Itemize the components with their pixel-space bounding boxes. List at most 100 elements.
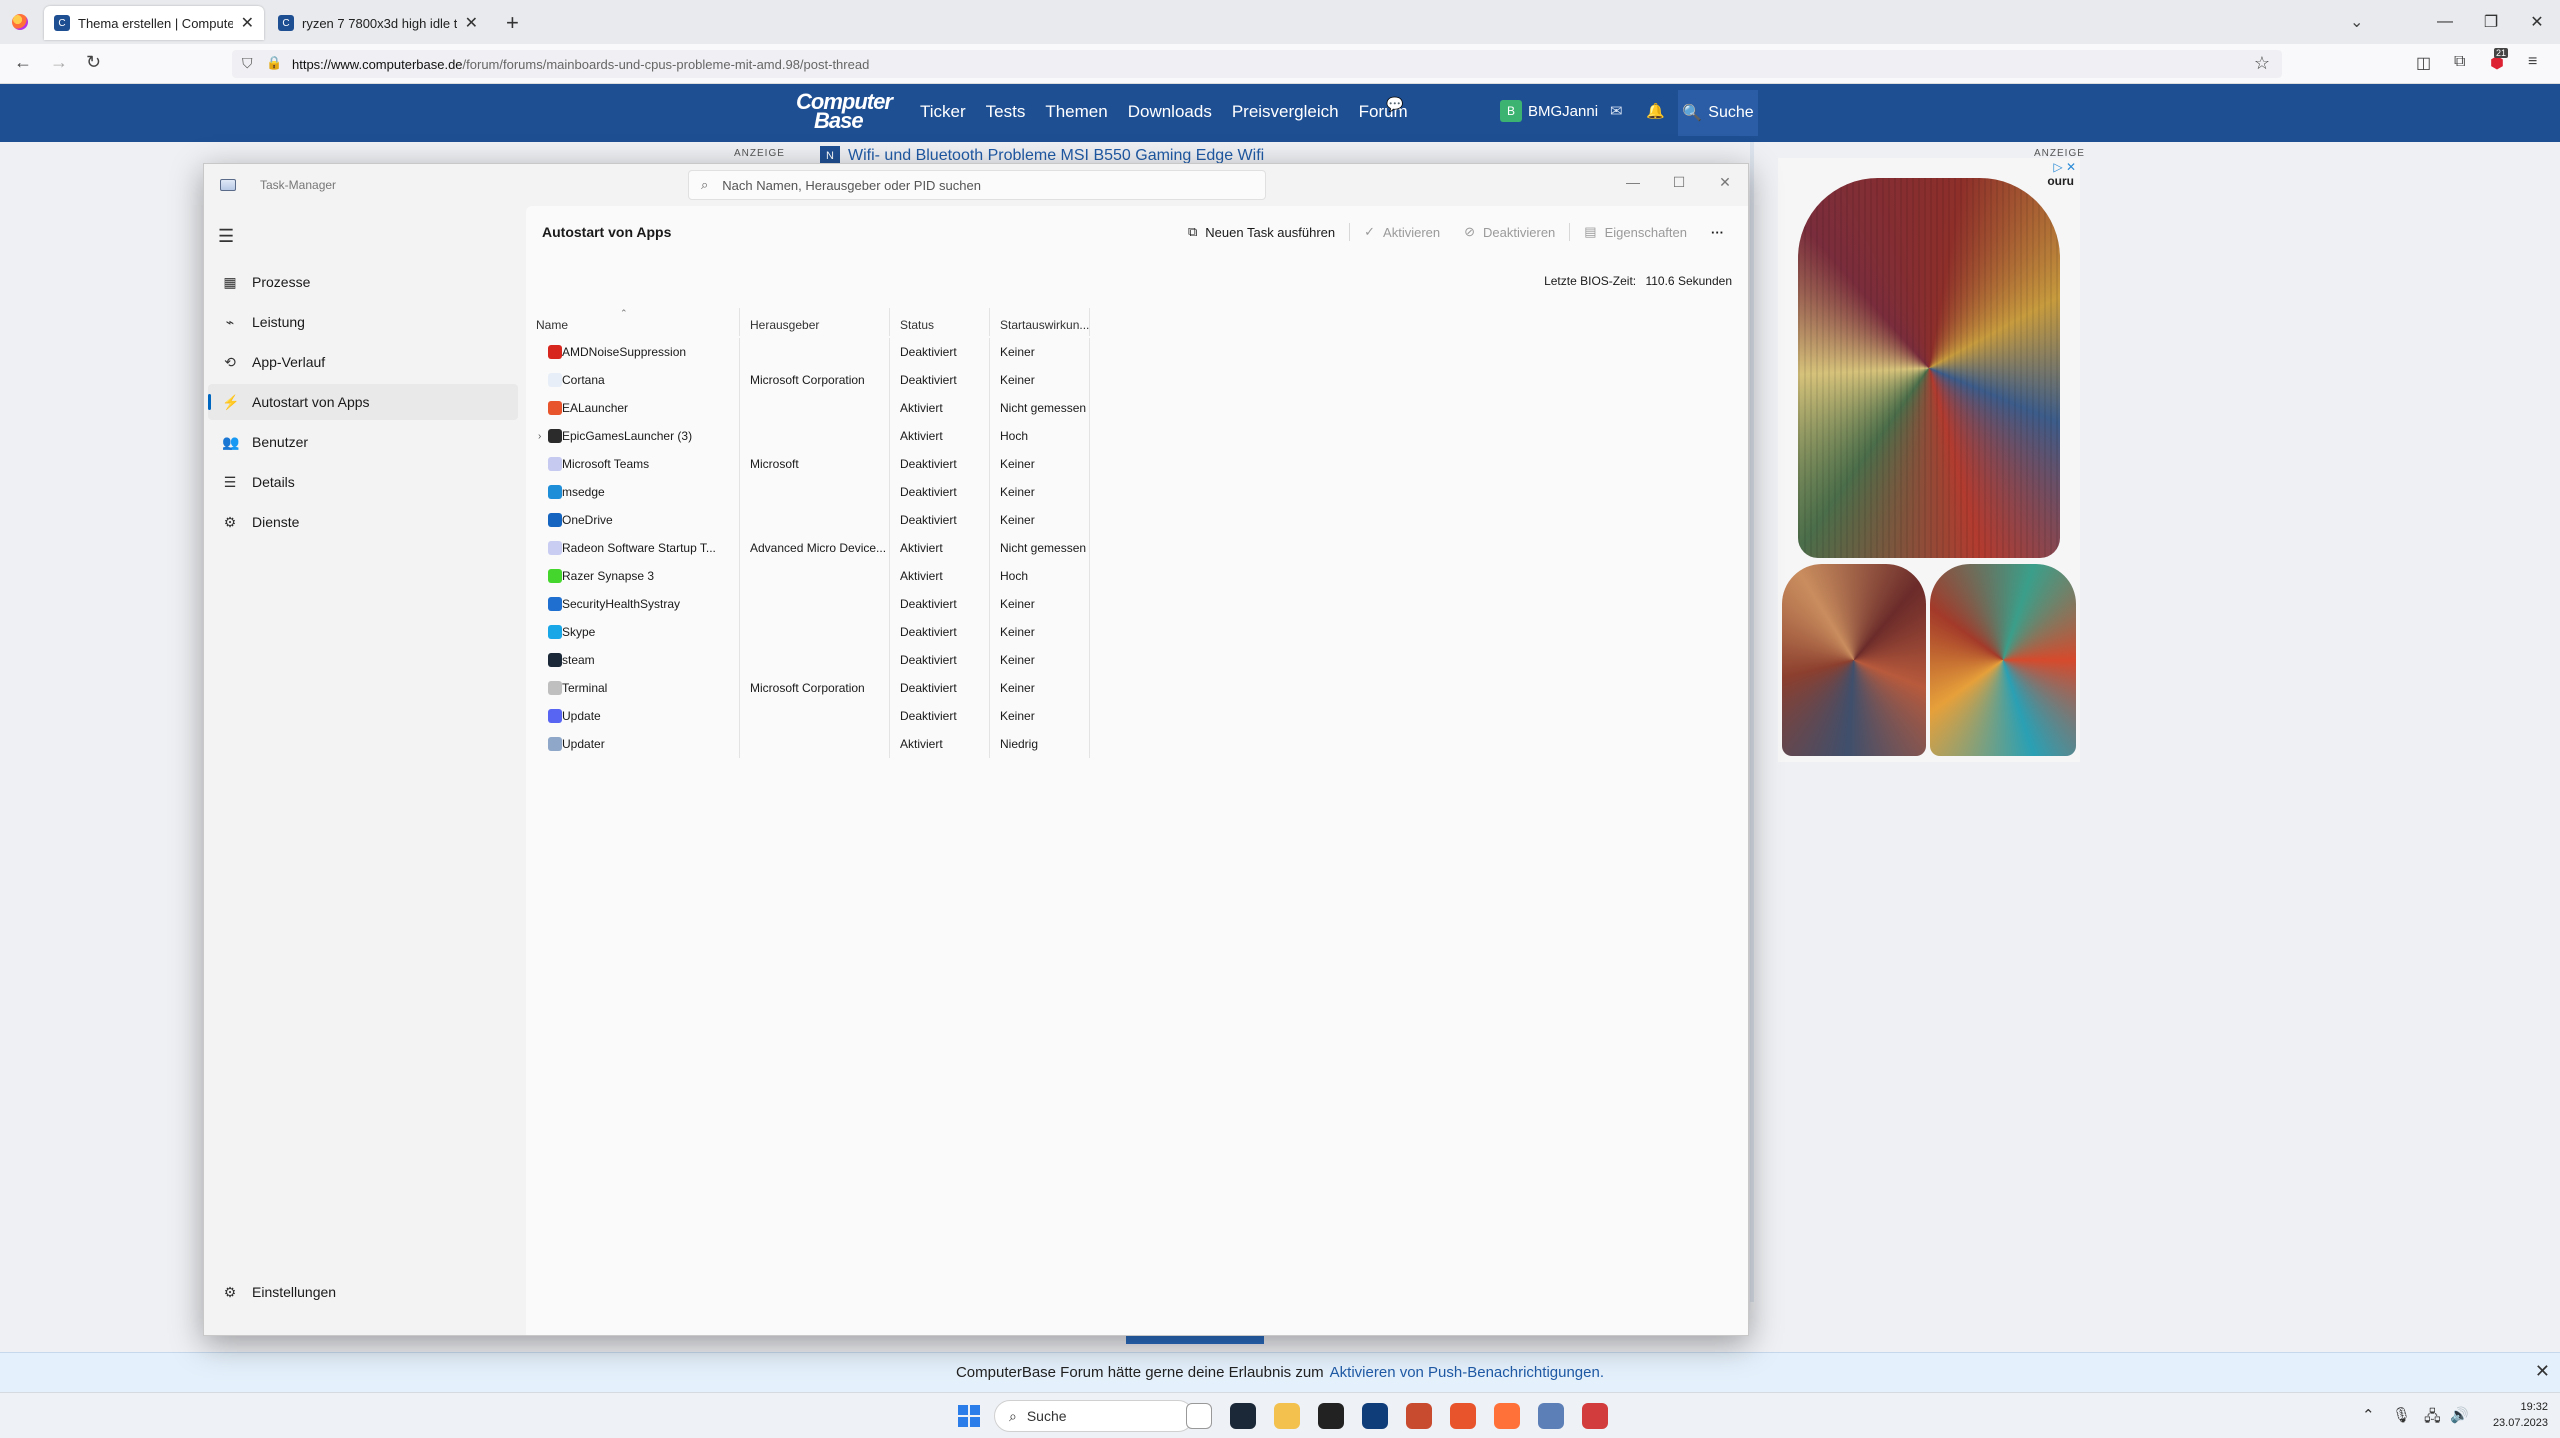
cell-impact: Keiner: [990, 478, 1090, 506]
column-publisher[interactable]: Herausgeber: [740, 308, 890, 336]
table-row[interactable]: Radeon Software Startup T... Advanced Mic…: [526, 534, 1090, 562]
reload-icon[interactable]: ↻: [86, 52, 101, 73]
enable-button[interactable]: ✓ Aktivieren: [1352, 216, 1452, 248]
nav-leistung[interactable]: ⌁ Leistung: [208, 304, 518, 340]
column-impact[interactable]: Startauswirkun...: [990, 308, 1090, 336]
table-row[interactable]: Updater Aktiviert Niedrig: [526, 730, 1090, 758]
column-status[interactable]: Status: [890, 308, 990, 336]
nav-downloads[interactable]: Downloads: [1128, 102, 1212, 122]
bing-icon[interactable]: [1186, 1403, 1212, 1429]
disable-button[interactable]: ⊘ Deaktivieren: [1452, 216, 1567, 248]
hamburger-menu-icon[interactable]: ☰: [218, 226, 234, 247]
table-row[interactable]: SecurityHealthSystray Deaktiviert Keiner: [526, 590, 1090, 618]
taskbar-search[interactable]: ⌕ Suche: [994, 1400, 1194, 1432]
nav-tests[interactable]: Tests: [986, 102, 1026, 122]
new-tab-button[interactable]: +: [506, 10, 519, 36]
table-row[interactable]: Razer Synapse 3 Aktiviert Hoch: [526, 562, 1090, 590]
nav-einstellungen[interactable]: ⚙ Einstellungen: [208, 1274, 518, 1310]
extensions-icon[interactable]: ⧉: [2454, 53, 2465, 71]
url-bar[interactable]: ⛉ 🔒 https://www.computerbase.de/forum/fo…: [232, 50, 2282, 78]
steam-icon[interactable]: [1230, 1403, 1256, 1429]
close-tab-icon[interactable]: ✕: [465, 13, 478, 33]
table-row[interactable]: OneDrive Deaktiviert Keiner: [526, 506, 1090, 534]
minimize-icon[interactable]: —: [1610, 164, 1656, 200]
shield-icon[interactable]: ⛉: [242, 55, 253, 72]
tab-thema-erstellen[interactable]: C Thema erstellen | ComputerBase ✕: [44, 6, 264, 40]
close-icon[interactable]: ✕: [2535, 1361, 2550, 1382]
forward-arrow-icon[interactable]: →: [50, 52, 68, 73]
run-new-task-button[interactable]: ⧉ Neuen Task ausführen: [1176, 216, 1347, 248]
table-row[interactable]: › EpicGamesLauncher (3) Aktiviert Hoch: [526, 422, 1090, 450]
search-label: Suche: [1026, 1408, 1067, 1424]
table-row[interactable]: Skype Deaktiviert Keiner: [526, 618, 1090, 646]
monitor-icon[interactable]: [1538, 1403, 1564, 1429]
column-name[interactable]: ⌃ Name: [526, 308, 740, 336]
explorer-icon[interactable]: [1274, 1403, 1300, 1429]
cell-impact: Keiner: [990, 618, 1090, 646]
task-search-box[interactable]: ⌕: [688, 170, 1266, 200]
nav-preisvergleich[interactable]: Preisvergleich: [1232, 102, 1339, 122]
close-window-icon[interactable]: ✕: [2514, 0, 2560, 44]
table-row[interactable]: Microsoft Teams Microsoft Deaktiviert Keine…: [526, 450, 1090, 478]
cell-name: › EpicGamesLauncher (3): [526, 422, 740, 450]
advertisement[interactable]: ▷ ✕ ouru: [1778, 158, 2080, 762]
firefox-menu-icon[interactable]: [12, 14, 28, 30]
start-windows-icon[interactable]: [958, 1405, 980, 1427]
table-row[interactable]: AMDNoiseSuppression Deaktiviert Keiner: [526, 338, 1090, 366]
nav-details[interactable]: ☰ Details: [208, 464, 518, 500]
browser-navbar: ← → ↻ ⛉ 🔒 https://www.computerbase.de/fo…: [0, 44, 2560, 84]
firefox-icon[interactable]: [1494, 1403, 1520, 1429]
tab-ryzen[interactable]: C ryzen 7 7800x3d high idle temp ✕: [268, 6, 488, 40]
search-input[interactable]: [722, 177, 1223, 193]
volume-icon[interactable]: 🔊: [2450, 1406, 2469, 1424]
list-tabs-chevron-icon[interactable]: ⌄: [2350, 12, 2363, 32]
table-row[interactable]: Terminal Microsoft Corporation Deaktiviert…: [526, 674, 1090, 702]
nav-app-verlauf[interactable]: ⟲ App-Verlauf: [208, 344, 518, 380]
table-row[interactable]: msedge Deaktiviert Keiner: [526, 478, 1090, 506]
restore-icon[interactable]: ❐: [2468, 0, 2514, 44]
ea-icon[interactable]: [1450, 1403, 1476, 1429]
microphone-icon[interactable]: 🎙: [2392, 1406, 2411, 1424]
nav-autostart[interactable]: ⚡ Autostart von Apps: [208, 384, 518, 420]
close-icon[interactable]: ✕: [1702, 164, 1748, 200]
nav-prozesse[interactable]: ▦ Prozesse: [208, 264, 518, 300]
details-icon: ☰: [223, 473, 237, 490]
nav-ticker[interactable]: Ticker: [920, 102, 966, 122]
pocket-icon[interactable]: ◫: [2416, 53, 2431, 73]
bell-icon[interactable]: 🔔: [1646, 102, 1665, 120]
network-icon[interactable]: 🖧: [2424, 1406, 2441, 1431]
computerbase-logo[interactable]: Computer Base: [796, 91, 893, 132]
taskmanager-icon[interactable]: [1582, 1403, 1608, 1429]
nav-benutzer[interactable]: 👥 Benutzer: [208, 424, 518, 460]
table-row[interactable]: Cortana Microsoft Corporation Deaktiviert K…: [526, 366, 1090, 394]
mail-icon[interactable]: ✉: [1610, 102, 1623, 120]
nav-themen[interactable]: Themen: [1045, 102, 1107, 122]
user-menu[interactable]: B BMGJanni: [1500, 100, 1598, 122]
chat-bubble-icon: 💬: [1386, 96, 1404, 112]
chevron-up-icon[interactable]: ⌃: [2362, 1406, 2375, 1424]
cell-impact: Keiner: [990, 450, 1090, 478]
properties-button[interactable]: ▤ Eigenschaften: [1572, 216, 1699, 248]
app-icon[interactable]: [1406, 1403, 1432, 1429]
site-search-button[interactable]: 🔍 Suche: [1678, 90, 1758, 136]
back-arrow-icon[interactable]: ←: [14, 52, 32, 73]
taskbar-clock[interactable]: 19:32 23.07.2023: [2493, 1399, 2548, 1431]
nav-dienste[interactable]: ⚙ Dienste: [208, 504, 518, 540]
maximize-icon[interactable]: ☐: [1656, 164, 1702, 200]
table-row[interactable]: EALauncher Aktiviert Nicht gemessen: [526, 394, 1090, 422]
more-options-button[interactable]: ···: [1699, 216, 1736, 248]
chevron-right-icon[interactable]: ›: [538, 431, 541, 442]
push-enable-link[interactable]: Aktivieren von Push-Benachrichtigungen.: [1330, 1364, 1604, 1381]
table-row[interactable]: steam Deaktiviert Keiner: [526, 646, 1090, 674]
hamburger-menu-icon[interactable]: ≡: [2528, 53, 2537, 71]
store-icon[interactable]: [1362, 1403, 1388, 1429]
lock-icon[interactable]: 🔒: [266, 55, 282, 71]
close-tab-icon[interactable]: ✕: [241, 13, 254, 33]
bookmark-star-icon[interactable]: ☆: [2254, 53, 2270, 74]
app-icon: [548, 597, 562, 611]
minimize-icon[interactable]: —: [2422, 0, 2468, 44]
media-icon[interactable]: [1318, 1403, 1344, 1429]
table-row[interactable]: Update Deaktiviert Keiner: [526, 702, 1090, 730]
cell-status: Aktiviert: [890, 730, 990, 758]
ad-choices-icon[interactable]: ▷ ✕: [2053, 160, 2076, 174]
